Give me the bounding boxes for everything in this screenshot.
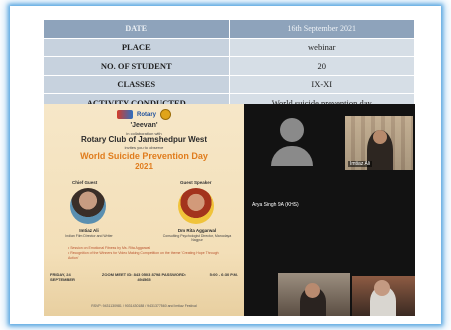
row-value: IX-XI: [229, 75, 414, 93]
row-value: 20: [229, 57, 414, 75]
jeevan-logo-icon: [116, 110, 133, 119]
participant-name-label: Imtiaz Ali: [348, 161, 373, 167]
poster-date: FRIDAY, 24 SEPTEMBER: [50, 272, 75, 282]
poster-club-name: Rotary Club of Jamshedpur West: [80, 135, 208, 144]
poster-rsvp: RSVP: 9431130981 / 9031430188 / 94313775…: [91, 304, 197, 308]
participant-name-label: Arya Singh 9A (KHS): [252, 202, 299, 208]
details-table: DATE 16th September 2021 PLACE webinar N…: [44, 20, 414, 113]
table-header-left: DATE: [44, 20, 230, 38]
rotary-logo-text: Rotary: [136, 111, 156, 118]
guest-speaker-name: Dm Rita Aggarwal: [177, 228, 217, 233]
poster-zoom-details: ZOOM MEET ID: 843 0503 8798 PASSWORD: 49…: [101, 272, 187, 282]
guest-speaker-description: Consulting Psychologist Director, Manoda…: [162, 234, 232, 242]
guest-speaker-label: Guest Speaker: [180, 180, 212, 185]
poster-bullets: • Session on Emotional Fitness by Ms. Ri…: [68, 246, 228, 261]
poster-event-name: World Suicide Prevention Day: [80, 151, 208, 161]
poster-logos: Rotary: [44, 109, 244, 120]
poster-title: 'Jeevan': [130, 122, 158, 129]
video-call-grid: Imtiaz Ali Arya Singh 9A (KHS): [244, 104, 415, 316]
poster-time: 5:00 - 6:30 P.M.: [209, 272, 238, 277]
document-frame: DATE 16th September 2021 PLACE webinar N…: [10, 6, 441, 324]
participant-avatar-body: [271, 146, 313, 166]
chief-guest-description: Indian Film Director and Writer: [65, 234, 113, 238]
chief-guest-name: Imtiaz Ali: [79, 228, 99, 233]
table-header-row: DATE 16th September 2021: [44, 20, 414, 39]
chief-guest-label: Chief Guest: [72, 180, 98, 185]
webinar-screenshot: Rotary 'Jeevan' in collaboration with Ro…: [44, 104, 415, 316]
chief-guest-photo: [70, 188, 106, 224]
table-row: CLASSES IX-XI: [44, 75, 414, 94]
row-label: CLASSES: [44, 75, 230, 93]
poster-year: 2021: [135, 162, 153, 171]
poster-invite-line: invites you to observe: [124, 145, 164, 150]
poster-footer: FRIDAY, 24 SEPTEMBER ZOOM MEET ID: 843 0…: [50, 272, 238, 282]
row-label: NO. OF STUDENT: [44, 57, 230, 75]
participant-face: [374, 280, 390, 296]
table-row: PLACE webinar: [44, 38, 414, 57]
poster-bullet: • Recognition of the Winners for Video M…: [68, 251, 219, 260]
rotary-wheel-icon: [160, 109, 171, 120]
participant-avatar-icon: [280, 118, 304, 142]
table-header-right: 16th September 2021: [229, 20, 414, 38]
row-value: webinar: [229, 38, 414, 56]
row-label: PLACE: [44, 38, 230, 56]
guest-speaker-photo: [178, 188, 214, 224]
participant-face: [305, 283, 320, 298]
video-tile-imtiaz[interactable]: Imtiaz Ali: [345, 116, 413, 170]
video-tile[interactable]: [352, 276, 415, 316]
participant-face: [373, 130, 387, 144]
table-row: NO. OF STUDENT 20: [44, 57, 414, 76]
event-poster: Rotary 'Jeevan' in collaboration with Ro…: [44, 104, 244, 316]
video-tile[interactable]: [278, 273, 350, 316]
